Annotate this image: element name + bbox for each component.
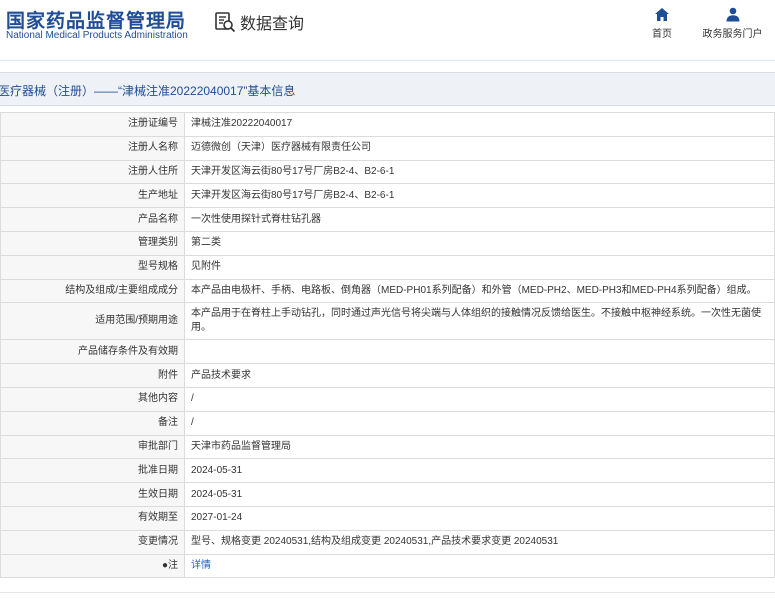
table-row: 型号规格 见附件	[0, 254, 775, 280]
row-value: 2024-05-31	[184, 458, 775, 484]
row-value: 本产品由电极杆、手柄、电路板、倒角器（MED-PH01系列配备）和外管（MED-…	[184, 278, 775, 304]
table-row: 其他内容 /	[0, 386, 775, 412]
row-value: 2027-01-24	[184, 505, 775, 531]
table-row: 注册人住所 天津开发区海云街80号17号厂房B2-4、B2-6-1	[0, 159, 775, 185]
table-row: 批准日期 2024-05-31	[0, 458, 775, 484]
row-value: 第二类	[184, 230, 775, 256]
row-value: /	[184, 410, 775, 436]
table-row: 注册证编号 津械注准20222040017	[0, 112, 775, 137]
table-row: 生效日期 2024-05-31	[0, 482, 775, 507]
table-row: 产品储存条件及有效期	[0, 339, 775, 365]
row-value: 型号、规格变更 20240531,结构及组成变更 20240531,产品技术要求…	[184, 529, 775, 555]
row-value: 见附件	[184, 254, 775, 280]
site-logo-en[interactable]: National Medical Products Administration	[6, 30, 188, 41]
row-label: 产品名称	[0, 207, 185, 232]
nav-home[interactable]: 首页	[647, 7, 677, 40]
page-title: 医疗器械（注册）——“津械注准20222040017”基本信息	[0, 84, 296, 98]
page-title-bar: 医疗器械（注册）——“津械注准20222040017”基本信息	[0, 72, 775, 106]
row-label: 变更情况	[0, 529, 185, 555]
row-label: 批准日期	[0, 458, 185, 484]
table-row: 变更情况 型号、规格变更 20240531,结构及组成变更 20240531,产品…	[0, 529, 775, 555]
row-value: 迈德微创（天津）医疗器械有限责任公司	[184, 135, 775, 161]
table-row: 管理类别 第二类	[0, 230, 775, 256]
table-row: 注册人名称 迈德微创（天津）医疗器械有限责任公司	[0, 135, 775, 161]
table-row: 结构及组成/主要组成成分 本产品由电极杆、手柄、电路板、倒角器（MED-PH01系…	[0, 278, 775, 304]
nav-service-portal[interactable]: 政务服务门户	[700, 7, 765, 40]
row-value: 2024-05-31	[184, 482, 775, 507]
data-query-link[interactable]: 数据查询	[214, 10, 304, 34]
row-value: 天津开发区海云街80号17号厂房B2-4、B2-6-1	[184, 183, 775, 209]
table-row: ●注 详情	[0, 553, 775, 579]
bottom-divider	[0, 592, 775, 593]
row-label: ●注	[0, 553, 185, 579]
nav-home-label: 首页	[652, 29, 672, 40]
row-value	[184, 339, 775, 365]
table-row: 产品名称 一次性使用探针式脊柱钻孔器	[0, 207, 775, 232]
row-label: 生效日期	[0, 482, 185, 507]
nav-service-label: 政务服务门户	[702, 29, 763, 40]
site-header: 国家药品监督管理局 National Medical Products Admi…	[0, 0, 775, 60]
table-row: 审批部门 天津市药品监督管理局	[0, 434, 775, 460]
row-value: 产品技术要求	[184, 363, 775, 388]
site-logo-cn[interactable]: 国家药品监督管理局	[6, 6, 186, 33]
row-label: 产品储存条件及有效期	[0, 339, 185, 365]
user-icon	[700, 7, 765, 22]
search-doc-icon	[214, 11, 236, 33]
row-label: 生产地址	[0, 183, 185, 209]
home-icon	[647, 7, 677, 22]
row-value: /	[184, 386, 775, 412]
row-value: 本产品用于在脊柱上手动钻孔，同时通过声光信号将尖端与人体组织的接触情况反馈给医生…	[184, 302, 775, 341]
row-label: 注册证编号	[0, 112, 185, 137]
row-label: 管理类别	[0, 230, 185, 256]
row-value: 天津开发区海云街80号17号厂房B2-4、B2-6-1	[184, 159, 775, 185]
data-query-label: 数据查询	[240, 16, 305, 33]
row-value: 天津市药品监督管理局	[184, 434, 775, 460]
row-value: 一次性使用探针式脊柱钻孔器	[184, 207, 775, 232]
row-label: 型号规格	[0, 254, 185, 280]
row-label: 注册人名称	[0, 135, 185, 161]
table-row: 附件 产品技术要求	[0, 363, 775, 388]
table-row: 备注 /	[0, 410, 775, 436]
row-label: 备注	[0, 410, 185, 436]
row-label: 适用范围/预期用途	[0, 302, 185, 341]
row-label: 有效期至	[0, 505, 185, 531]
table-row: 适用范围/预期用途 本产品用于在脊柱上手动钻孔，同时通过声光信号将尖端与人体组织的…	[0, 302, 775, 341]
row-value: 详情	[184, 553, 775, 579]
row-value: 津械注准20222040017	[184, 112, 775, 137]
row-label: 审批部门	[0, 434, 185, 460]
row-label: 其他内容	[0, 386, 185, 412]
row-label: 注册人住所	[0, 159, 185, 185]
detail-table: 注册证编号 津械注准20222040017 注册人名称 迈德微创（天津）医疗器械有限…	[0, 112, 775, 579]
table-row: 生产地址 天津开发区海云街80号17号厂房B2-4、B2-6-1	[0, 183, 775, 209]
details-link[interactable]: 详情	[191, 560, 211, 571]
header-divider	[0, 60, 775, 61]
row-label: 结构及组成/主要组成成分	[0, 278, 185, 304]
row-label: 附件	[0, 363, 185, 388]
table-row: 有效期至 2027-01-24	[0, 505, 775, 531]
